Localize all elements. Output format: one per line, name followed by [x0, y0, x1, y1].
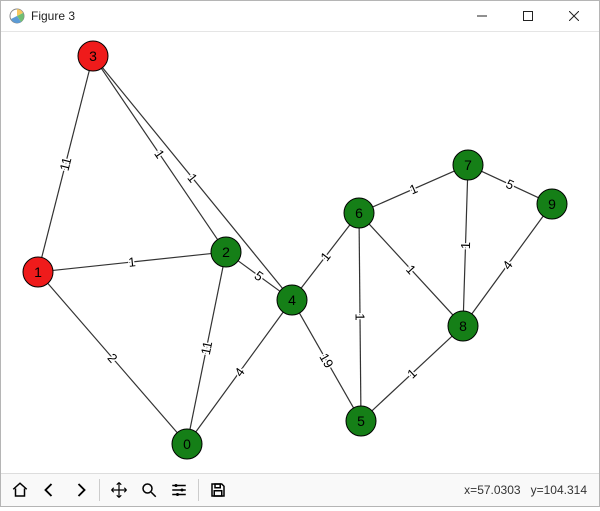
window-title: Figure 3	[31, 9, 75, 23]
edge-weight: 1	[128, 254, 137, 270]
x-label: x=	[464, 483, 477, 497]
maximize-button[interactable]	[505, 1, 551, 31]
home-button[interactable]	[5, 476, 35, 504]
edge-weight: 5	[252, 268, 267, 284]
edge-weight: 1	[458, 242, 473, 250]
configure-button[interactable]	[164, 476, 194, 504]
coord-status: x=57.0303 y=104.314	[444, 469, 587, 511]
svg-text:6: 6	[355, 205, 363, 221]
node-5: 5	[346, 406, 376, 436]
node-7: 7	[453, 150, 483, 180]
svg-text:4: 4	[288, 292, 296, 308]
svg-text:8: 8	[459, 318, 467, 334]
svg-text:0: 0	[183, 436, 191, 452]
node-3: 3	[78, 41, 108, 71]
y-value: 104.314	[544, 483, 587, 497]
edge-weight: 1	[317, 249, 333, 264]
node-6: 6	[344, 198, 374, 228]
edge-weight: 4	[231, 365, 247, 380]
edge-weight: 1	[352, 313, 367, 320]
close-button[interactable]	[551, 1, 597, 31]
edge-weight: 19	[316, 351, 336, 371]
node-9: 9	[537, 189, 567, 219]
nav-toolbar: x=57.0303 y=104.314	[1, 473, 599, 506]
edge-weight: 1	[151, 147, 167, 161]
node-8: 8	[448, 311, 478, 341]
edge-weight: 1	[184, 170, 200, 185]
matplotlib-icon	[9, 8, 25, 24]
edge-weight: 1	[407, 181, 420, 198]
edge-weight: 11	[57, 156, 75, 173]
y-label: y=	[531, 483, 544, 497]
svg-text:1: 1	[34, 264, 42, 280]
graph-svg: 211411115119111111540123456789	[1, 32, 599, 473]
edge-weight: 5	[504, 176, 517, 193]
edge-weight: 2	[104, 350, 120, 365]
plot-canvas[interactable]: 211411115119111111540123456789	[1, 32, 599, 473]
forward-button[interactable]	[65, 476, 95, 504]
zoom-button[interactable]	[134, 476, 164, 504]
node-1: 1	[23, 257, 53, 287]
toolbar-separator	[198, 479, 199, 501]
svg-text:5: 5	[357, 413, 365, 429]
svg-text:7: 7	[464, 157, 472, 173]
svg-text:3: 3	[89, 48, 97, 64]
node-0: 0	[172, 429, 202, 459]
edge-weight: 11	[198, 340, 215, 356]
x-value: 57.0303	[477, 483, 520, 497]
app-window: Figure 3 211411115119111111540123456789	[0, 0, 600, 507]
pan-button[interactable]	[104, 476, 134, 504]
toolbar-separator	[99, 479, 100, 501]
node-2: 2	[211, 237, 241, 267]
save-button[interactable]	[203, 476, 233, 504]
titlebar: Figure 3	[1, 1, 599, 32]
minimize-button[interactable]	[459, 1, 505, 31]
svg-text:9: 9	[548, 196, 556, 212]
node-4: 4	[277, 285, 307, 315]
back-button[interactable]	[35, 476, 65, 504]
edge-weight: 4	[499, 258, 515, 273]
svg-text:2: 2	[222, 244, 230, 260]
